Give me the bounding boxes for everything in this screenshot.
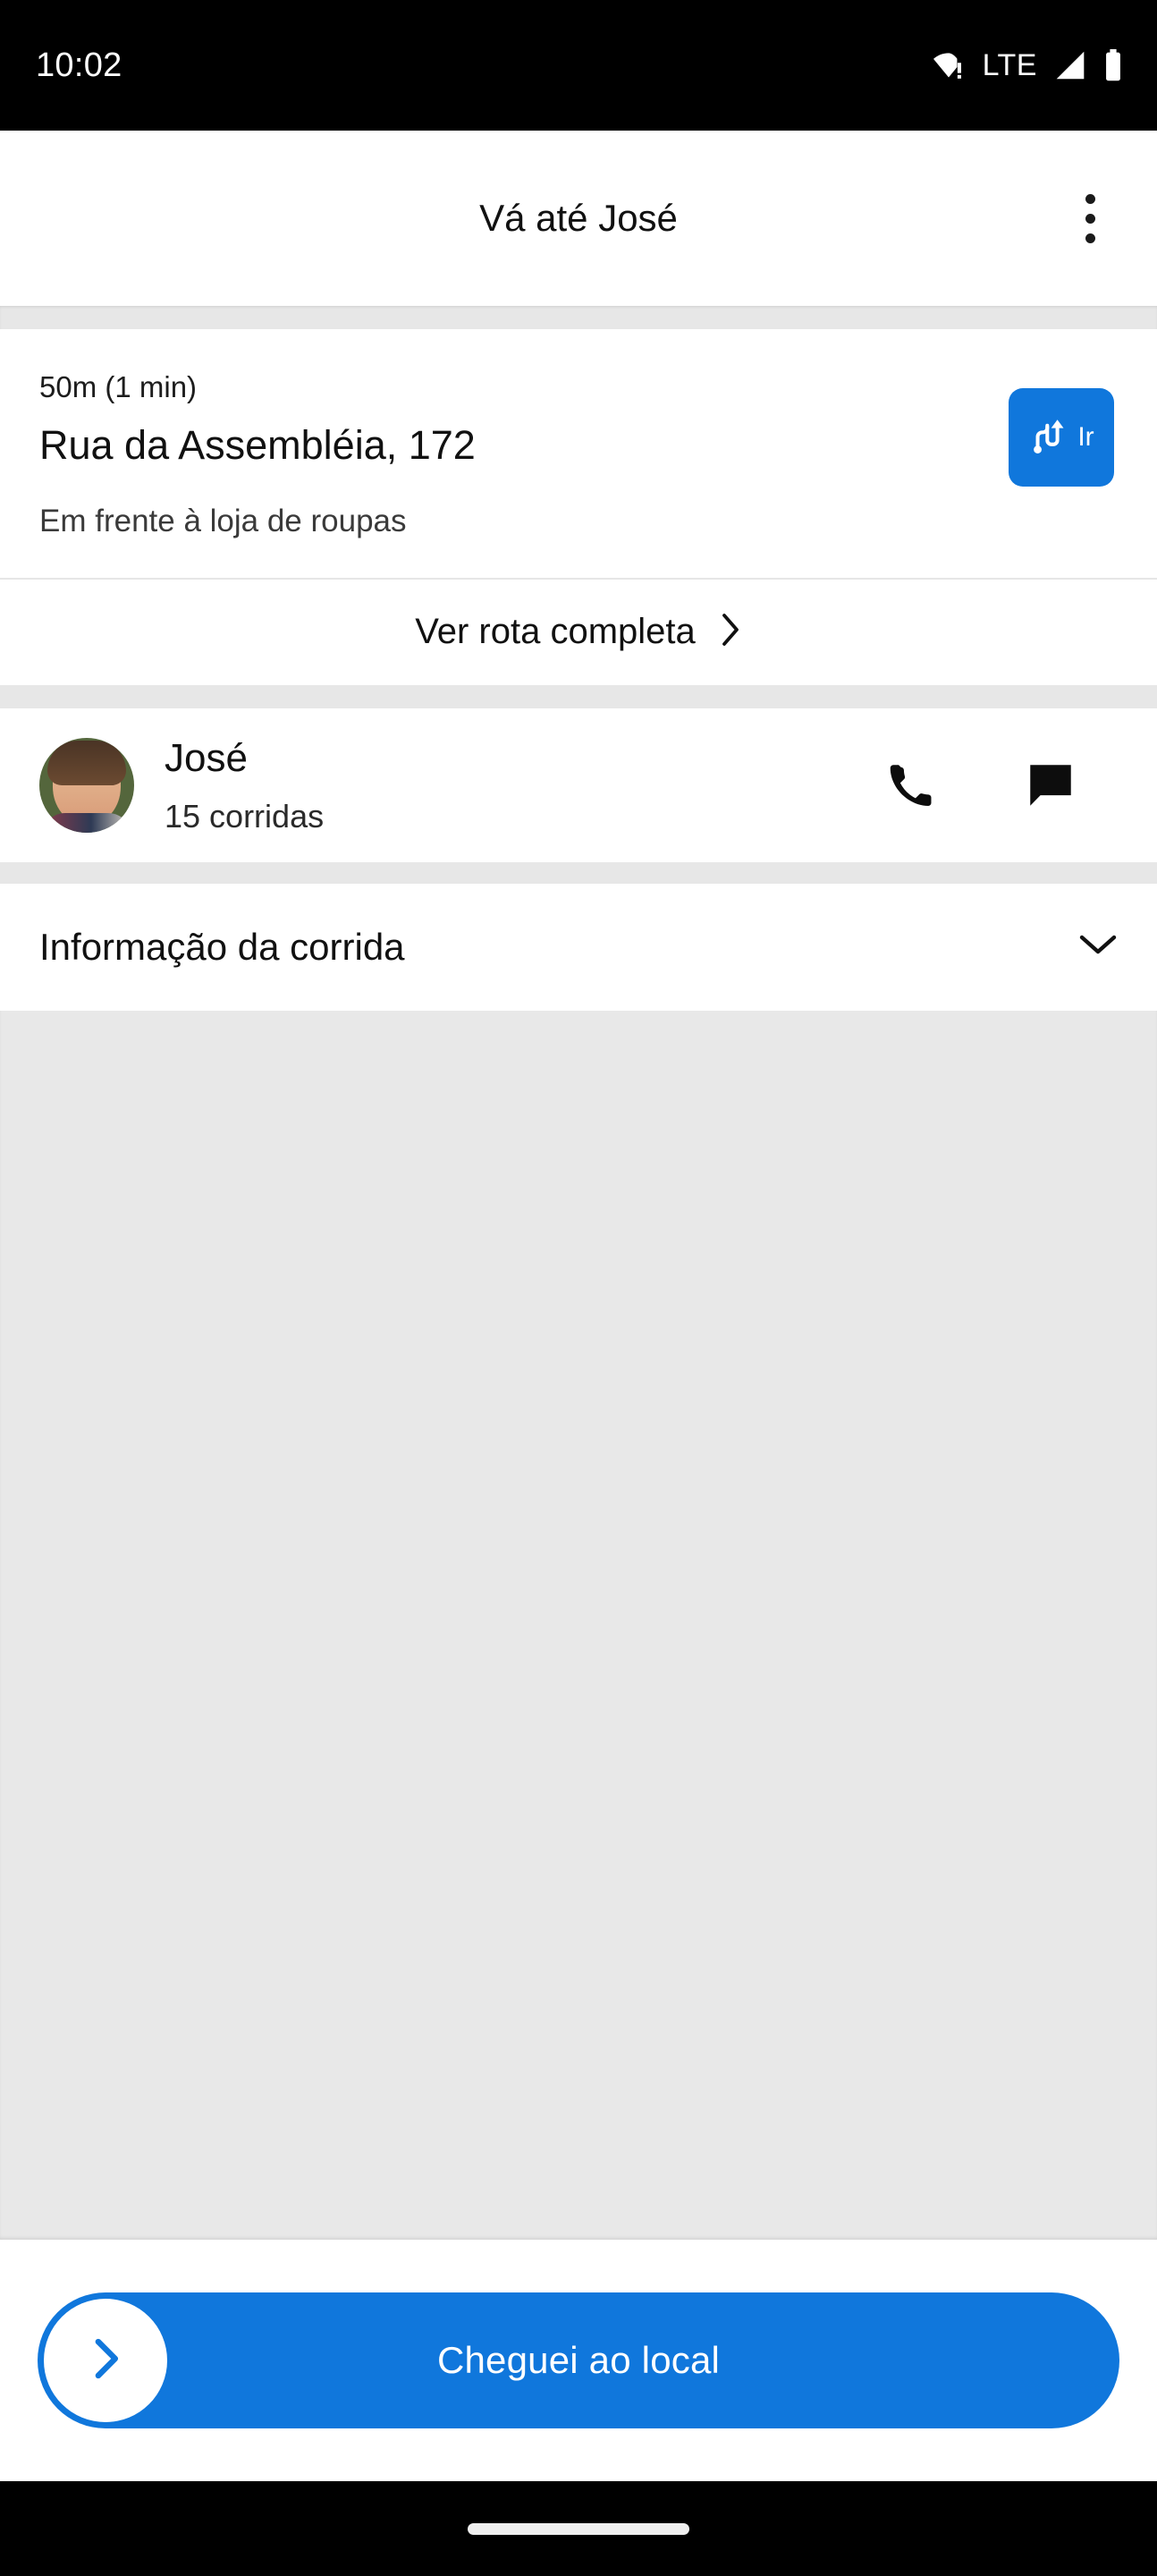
passenger-actions — [876, 750, 1085, 820]
passenger-name: José — [165, 735, 248, 780]
arrived-slide-button[interactable]: Cheguei ao local — [38, 2292, 1119, 2428]
chevron-right-icon — [87, 2334, 124, 2387]
more-options-icon[interactable] — [1051, 180, 1128, 257]
slide-thumb[interactable] — [44, 2299, 167, 2422]
chat-bubble-icon[interactable] — [1016, 750, 1085, 820]
pickup-address-text: 50m (1 min) Rua da Assembléia, 172 Em fr… — [39, 369, 1009, 542]
lte-label: LTE — [982, 47, 1037, 82]
home-gesture-pill[interactable] — [468, 2522, 689, 2535]
passenger-row: José 15 corridas — [0, 708, 1157, 862]
pickup-address-card: 50m (1 min) Rua da Assembléia, 172 Em fr… — [0, 329, 1157, 578]
app-bar: Vá até José — [0, 131, 1157, 306]
ride-info-label: Informação da corrida — [39, 925, 405, 968]
dot — [1085, 193, 1095, 204]
passenger-ride-count: 15 corridas — [165, 797, 325, 835]
pickup-address: Rua da Assembléia, 172 — [39, 421, 476, 468]
status-bar: 10:02 LTE — [0, 0, 1157, 131]
chevron-down-icon — [1078, 931, 1118, 962]
phone-icon[interactable] — [876, 750, 946, 820]
passenger-avatar[interactable] — [39, 737, 134, 833]
route-directions-icon — [1028, 416, 1069, 460]
view-full-route-label: Ver rota completa — [415, 612, 696, 652]
content-placeholder-area — [0, 1010, 1157, 2240]
ride-info-header[interactable]: Informação da corrida — [0, 883, 1157, 1011]
pickup-note: Em frente à loja de roupas — [39, 504, 407, 539]
cellular-signal-icon — [1053, 50, 1087, 80]
avatar-hair — [47, 740, 126, 785]
chevron-right-icon — [719, 612, 742, 652]
status-time: 10:02 — [36, 46, 122, 84]
pickup-eta: 50m (1 min) — [39, 370, 198, 403]
system-nav-bar — [0, 2481, 1157, 2576]
bottom-action-bar: Cheguei ao local — [0, 2240, 1157, 2481]
wifi-alert-icon — [931, 50, 967, 80]
avatar-shirt — [42, 812, 131, 833]
dot — [1085, 213, 1095, 224]
section-divider — [0, 684, 1157, 708]
battery-icon — [1103, 49, 1123, 81]
navigate-button[interactable]: Ir — [1009, 388, 1114, 487]
dot — [1085, 233, 1095, 243]
arrived-slide-label: Cheguei ao local — [436, 2339, 721, 2381]
navigate-button-label: Ir — [1077, 422, 1094, 452]
app-screen: 10:02 LTE Vá até José 50m (1 min) Rua da… — [0, 0, 1157, 2576]
page-title: Vá até José — [479, 197, 678, 239]
status-icons: LTE — [931, 48, 1123, 83]
passenger-info: José 15 corridas — [165, 735, 876, 835]
view-full-route-row[interactable]: Ver rota completa — [0, 579, 1157, 685]
section-divider — [0, 861, 1157, 884]
section-divider — [0, 306, 1157, 329]
